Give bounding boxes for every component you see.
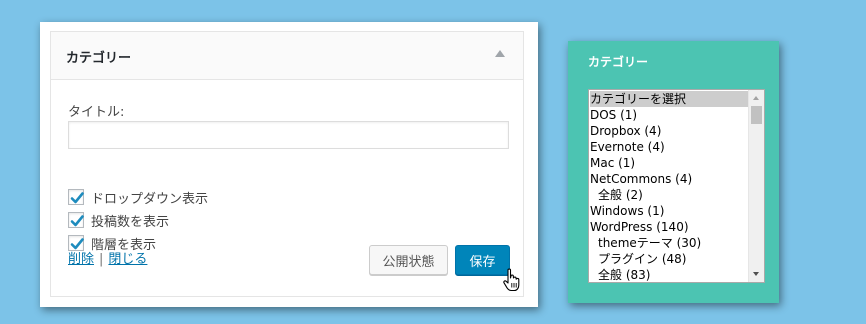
list-item[interactable]: Evernote (4) — [590, 139, 748, 155]
post-count-label: 投稿数を表示 — [91, 214, 170, 230]
widget-header[interactable]: カテゴリー — [51, 32, 523, 80]
list-item[interactable]: DOS (1) — [590, 107, 748, 123]
hand-cursor-icon — [503, 268, 520, 292]
widget-panel: カテゴリー タイトル: ドロップダウン表示 投稿数を表示 階層を表示 削除 | … — [40, 22, 538, 307]
delete-link[interactable]: 削除 — [68, 252, 94, 267]
title-input[interactable] — [68, 121, 509, 149]
checkmark-icon — [70, 215, 84, 227]
public-status-button[interactable]: 公開状態 — [369, 245, 448, 275]
list-item[interactable]: WordPress (140) — [590, 219, 748, 235]
list-item[interactable]: themeテーマ (30) — [590, 235, 748, 251]
list-item[interactable]: 全般 (83) — [590, 267, 748, 282]
save-button[interactable]: 保存 — [455, 245, 510, 275]
list-item[interactable]: 全般 (2) — [590, 187, 748, 203]
title-label: タイトル: — [68, 105, 125, 120]
post-count-checkbox[interactable] — [68, 212, 84, 228]
dropdown-checkbox[interactable] — [68, 189, 84, 205]
list-item[interactable]: NetCommons (4) — [590, 171, 748, 187]
category-listbox[interactable]: カテゴリーを選択 DOS (1) Dropbox (4) Evernote (4… — [588, 89, 765, 283]
dropdown-label: ドロップダウン表示 — [91, 191, 209, 207]
link-separator: | — [99, 252, 104, 267]
list-item[interactable]: カテゴリーを選択 — [590, 91, 748, 107]
widget-title: カテゴリー — [66, 51, 132, 66]
scroll-thumb[interactable] — [751, 106, 762, 124]
close-link[interactable]: 閉じる — [108, 252, 147, 267]
widget-links: 削除 | 閉じる — [68, 248, 147, 267]
option-dropdown[interactable]: ドロップダウン表示 — [68, 188, 209, 207]
scroll-down-arrow-icon[interactable] — [753, 272, 759, 276]
category-widget: カテゴリー タイトル: ドロップダウン表示 投稿数を表示 階層を表示 削除 | … — [50, 31, 524, 297]
widget-preview: カテゴリー カテゴリーを選択 DOS (1) Dropbox (4) Evern… — [568, 41, 779, 303]
preview-title: カテゴリー — [588, 55, 649, 69]
option-post-count[interactable]: 投稿数を表示 — [68, 211, 170, 230]
checkmark-icon — [70, 192, 84, 204]
list-item[interactable]: Mac (1) — [590, 155, 748, 171]
list-item[interactable]: プラグイン (48) — [590, 251, 748, 267]
list-item[interactable]: Dropbox (4) — [590, 123, 748, 139]
list-item[interactable]: Windows (1) — [590, 203, 748, 219]
scroll-up-arrow-icon[interactable] — [753, 96, 759, 100]
collapse-arrow-icon[interactable] — [495, 50, 505, 57]
listbox-scrollbar[interactable] — [748, 90, 764, 282]
